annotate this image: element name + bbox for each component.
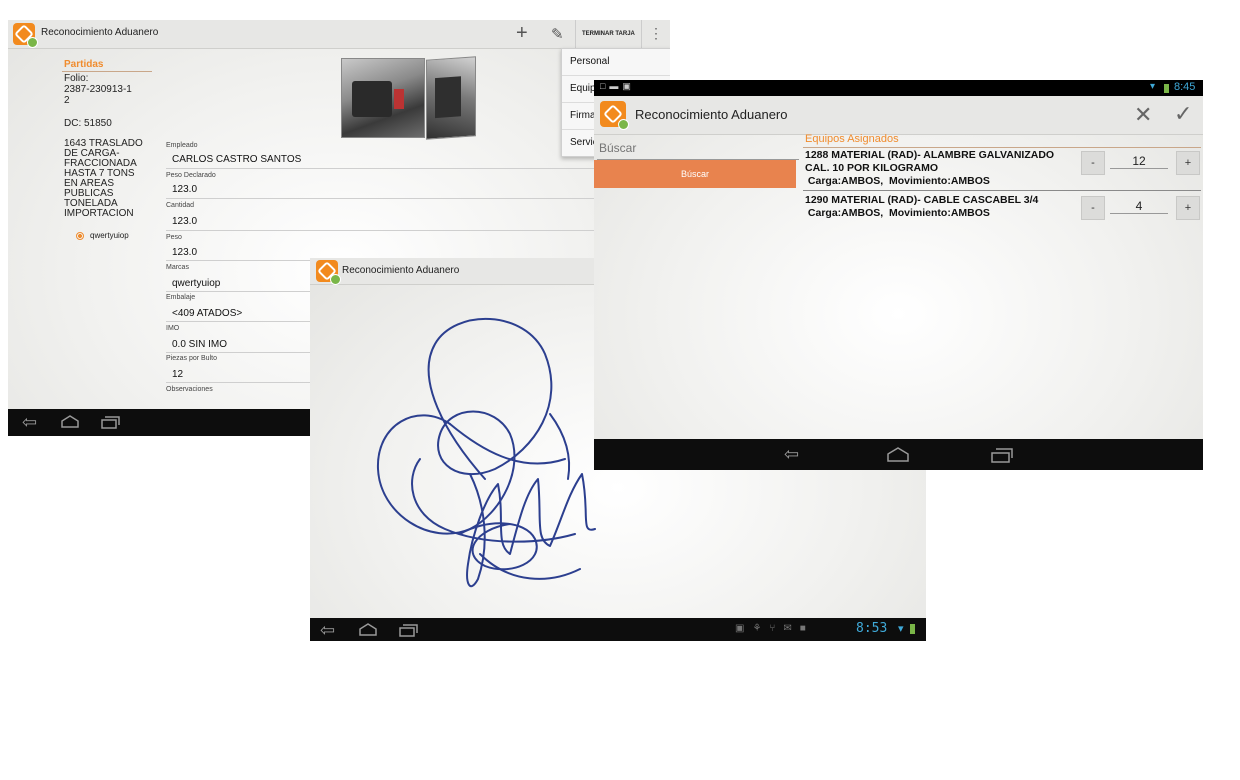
field-label: Marcas bbox=[166, 264, 189, 271]
folio-suffix: 2 bbox=[64, 95, 70, 106]
folio-value: 2387-230913-1 bbox=[64, 84, 132, 95]
wifi-icon: ▾ bbox=[1150, 81, 1156, 92]
partidas-divider bbox=[62, 71, 152, 72]
terminar-tarja-button[interactable]: TERMINAR TARJA bbox=[575, 20, 642, 48]
description-line: IMPORTACION bbox=[64, 208, 134, 219]
equipos-divider bbox=[803, 147, 1201, 148]
field-underline bbox=[166, 198, 606, 199]
decrement-button[interactable]: - bbox=[1081, 196, 1105, 220]
field-value[interactable]: 12 bbox=[172, 369, 183, 380]
item-subtitle: CAL. 10 POR KILOGRAMO bbox=[805, 162, 939, 174]
home-icon[interactable] bbox=[60, 414, 80, 432]
action-bar: Reconocimiento Aduanero + ✎ TERMINAR TAR… bbox=[8, 20, 670, 49]
app-logo-icon bbox=[600, 101, 629, 130]
equipos-header: Equipos Asignados bbox=[805, 133, 899, 145]
close-icon[interactable]: ✕ bbox=[1134, 102, 1152, 128]
quantity-value[interactable]: 4 bbox=[1110, 199, 1168, 214]
description-block: 1643 TRASLADO DE CARGA- FRACCIONADA HAST… bbox=[64, 139, 143, 219]
field-label: IMO bbox=[166, 325, 180, 332]
field-value[interactable]: 0.0 SIN IMO bbox=[172, 339, 227, 350]
action-bar: Reconocimiento Aduanero ✕ ✓ bbox=[594, 96, 1203, 135]
dc-value: DC: 51850 bbox=[64, 118, 112, 129]
item-divider bbox=[803, 190, 1201, 191]
navigation-bar: ⇦ ▣⚘⑂✉■ 8:53 ▾ bbox=[310, 618, 926, 641]
home-icon[interactable] bbox=[358, 622, 378, 640]
field-label: Peso bbox=[166, 234, 182, 241]
field-underline bbox=[166, 168, 606, 169]
app-title: Reconocimiento Aduanero bbox=[635, 107, 788, 122]
app-title: Reconocimiento Aduanero bbox=[41, 27, 159, 38]
field-value[interactable]: CARLOS CASTRO SANTOS bbox=[172, 154, 301, 165]
recents-icon[interactable] bbox=[100, 414, 120, 432]
notification-icons: ▣⚘⑂✉■ bbox=[735, 623, 814, 634]
field-underline bbox=[166, 230, 606, 231]
partidas-header: Partidas bbox=[64, 59, 104, 70]
edit-icon[interactable]: ✎ bbox=[551, 25, 564, 43]
app-logo-icon bbox=[13, 23, 38, 48]
app-logo-icon bbox=[316, 260, 341, 285]
field-value[interactable]: 123.0 bbox=[172, 247, 197, 258]
field-label: Piezas por Bulto bbox=[166, 355, 217, 362]
field-label: Peso Declarado bbox=[166, 172, 216, 179]
field-value[interactable]: <409 ATADOS> bbox=[172, 308, 242, 319]
back-icon[interactable]: ⇦ bbox=[22, 413, 37, 431]
status-time: 8:53 bbox=[856, 621, 888, 636]
decrement-button[interactable]: - bbox=[1081, 151, 1105, 175]
field-value[interactable]: 123.0 bbox=[172, 216, 197, 227]
increment-button[interactable]: + bbox=[1176, 151, 1200, 175]
status-bar: □▬▣ ▾ 8:45 bbox=[594, 80, 1203, 96]
check-icon[interactable]: ✓ bbox=[1174, 101, 1192, 127]
folio-label: Folio: bbox=[64, 73, 89, 84]
battery-icon bbox=[1164, 84, 1169, 93]
navigation-bar: ⇦ bbox=[594, 439, 1203, 470]
item-detail: Carga:AMBOS, Movimiento:AMBOS bbox=[805, 175, 990, 187]
field-label: Observaciones bbox=[166, 386, 213, 393]
increment-button[interactable]: + bbox=[1176, 196, 1200, 220]
item-detail: Carga:AMBOS, Movimiento:AMBOS bbox=[805, 207, 990, 219]
recents-icon[interactable] bbox=[398, 622, 418, 640]
item-title: 1290 MATERIAL (RAD)- CABLE CASCABEL 3/4 bbox=[805, 194, 1039, 206]
overflow-menu-icon[interactable]: ⋮ bbox=[649, 25, 663, 42]
back-icon[interactable]: ⇦ bbox=[320, 621, 335, 639]
field-label: Embalaje bbox=[166, 294, 196, 301]
photo-thumbnail[interactable] bbox=[426, 56, 476, 140]
back-icon[interactable]: ⇦ bbox=[784, 445, 799, 463]
field-value[interactable]: qwertyuiop bbox=[172, 278, 220, 289]
notification-icons: □▬▣ bbox=[600, 81, 635, 91]
item-title: 1288 MATERIAL (RAD)- ALAMBRE GALVANIZADO bbox=[805, 149, 1055, 161]
field-value[interactable]: 123.0 bbox=[172, 184, 197, 195]
add-icon[interactable]: + bbox=[516, 22, 528, 45]
status-time: 8:45 bbox=[1174, 81, 1196, 93]
home-icon[interactable] bbox=[886, 447, 910, 466]
photo-thumbnail[interactable] bbox=[341, 58, 425, 138]
search-input[interactable] bbox=[597, 137, 799, 160]
radio-label: qwertyuiop bbox=[90, 231, 129, 240]
screen-equipos: □▬▣ ▾ 8:45 Reconocimiento Aduanero ✕ ✓ B… bbox=[594, 80, 1203, 470]
wifi-icon: ▾ bbox=[898, 623, 904, 635]
app-title: Reconocimiento Aduanero bbox=[342, 265, 460, 276]
radio-option[interactable]: qwertyuiop bbox=[76, 231, 129, 240]
field-label: Empleado bbox=[166, 142, 198, 149]
recents-icon[interactable] bbox=[990, 447, 1014, 466]
battery-icon bbox=[910, 624, 915, 634]
menu-item-personal[interactable]: Personal bbox=[562, 49, 670, 76]
radio-selected-icon[interactable] bbox=[76, 231, 84, 240]
search-button[interactable]: Búscar bbox=[594, 160, 796, 188]
field-label: Cantidad bbox=[166, 202, 195, 209]
quantity-value[interactable]: 12 bbox=[1110, 154, 1168, 169]
